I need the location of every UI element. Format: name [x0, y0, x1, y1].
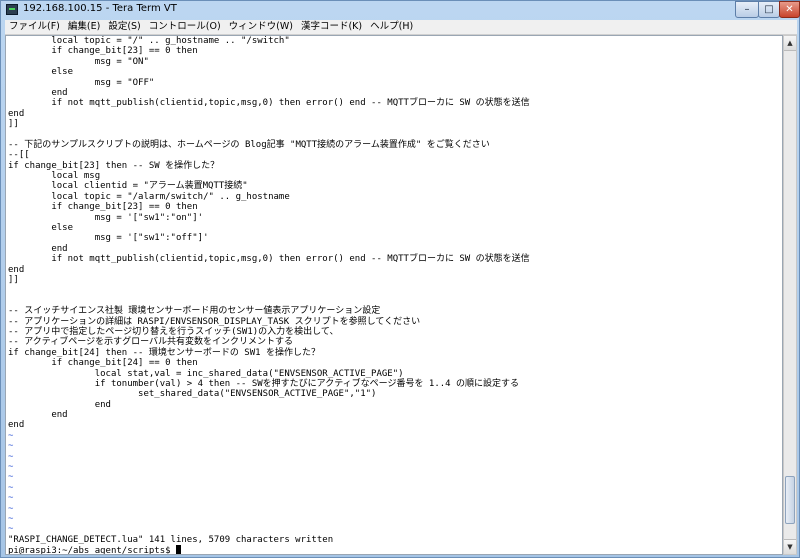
terminal-line: -- アクティブページを示すグローバル共有変数をインクリメントする	[8, 337, 293, 348]
terminal-line: -- 下記のサンプルスクリプトの説明は、ホームページの Blog記事 "MQTT…	[8, 139, 490, 150]
terminal-line: end	[8, 420, 25, 431]
terminal-line: msg = '["sw1":"off"]'	[8, 233, 209, 244]
terminal-app-icon	[6, 4, 18, 15]
terminal-line: if change_bit[23] == 0 then	[8, 202, 198, 213]
terminal-line: msg = "OFF"	[8, 77, 155, 88]
terminal-line: end	[8, 243, 68, 254]
empty-line-marker: ~	[8, 451, 14, 462]
menu-setup[interactable]: 設定(S)	[104, 20, 144, 34]
close-button[interactable]: ✕	[779, 1, 800, 18]
terminal-line: end	[8, 399, 111, 410]
terminal-line: end	[8, 410, 68, 421]
window-title: 192.168.100.15 - Tera Term VT	[23, 3, 177, 14]
text-cursor	[175, 545, 181, 554]
vertical-scrollbar[interactable]: ▲ ▼	[783, 35, 797, 555]
empty-line-marker: ~	[8, 524, 14, 535]
terminal-line: else	[8, 223, 74, 234]
scroll-thumb[interactable]	[785, 476, 795, 524]
terminal-line: -- アプリケーションの詳細は RASPI/ENVSENSOR_DISPLAY_…	[8, 316, 421, 327]
terminal-text: local topic = "/" .. g_hostname .. "/swi…	[8, 36, 530, 554]
terminal-line: local topic = "/" .. g_hostname .. "/swi…	[8, 36, 290, 46]
empty-line-marker: ~	[8, 482, 14, 493]
terminal-line: ]]	[8, 119, 19, 130]
terminal-line: "RASPI_CHANGE_DETECT.lua" 141 lines, 570…	[8, 534, 334, 545]
terminal-line: local stat,val = inc_shared_data("ENVSEN…	[8, 368, 404, 379]
terminal-line: if change_bit[24] then -- 環境センサーボードの SW1…	[8, 347, 320, 358]
menu-control[interactable]: コントロール(O)	[145, 20, 225, 34]
menu-bar: ファイル(F) 編集(E) 設定(S) コントロール(O) ウィンドウ(W) 漢…	[5, 20, 797, 35]
terminal-line: if not mqtt_publish(clientid,topic,msg,0…	[8, 98, 530, 109]
empty-line-marker: ~	[8, 462, 14, 473]
terminal-line: if tonumber(val) > 4 then -- SWを押すたびにアクテ…	[8, 378, 520, 389]
terminal-line: msg = "ON"	[8, 56, 149, 67]
empty-line-marker: ~	[8, 503, 14, 514]
terminal-line: if change_bit[24] == 0 then	[8, 358, 198, 369]
terminal-window: 192.168.100.15 - Tera Term VT – □ ✕ ファイル…	[0, 0, 800, 558]
terminal-line: end	[8, 108, 25, 119]
terminal-screen[interactable]: local topic = "/" .. g_hostname .. "/swi…	[5, 35, 783, 555]
terminal-line: if not mqtt_publish(clientid,topic,msg,0…	[8, 254, 530, 265]
empty-line-marker: ~	[8, 493, 14, 504]
maximize-button[interactable]: □	[758, 1, 780, 18]
terminal-line: -- アプリ中で指定したページ切り替えを行うスイッチ(SW1)の入力を検出して、	[8, 326, 339, 337]
terminal-line: if change_bit[23] then -- SW を操作した？	[8, 160, 220, 171]
title-bar[interactable]: 192.168.100.15 - Tera Term VT – □ ✕	[1, 1, 800, 19]
terminal-line: end	[8, 264, 25, 275]
terminal-line: --[[	[8, 150, 30, 161]
menu-window[interactable]: ウィンドウ(W)	[225, 20, 297, 34]
terminal-line: -- スイッチサイエンス社製 環境センサーボード用のセンサー値表示アプリケーショ…	[8, 306, 381, 317]
terminal-line: pi@raspi3:~/abs_agent/scripts$	[8, 545, 530, 554]
terminal-line: end	[8, 87, 68, 98]
terminal-line: ]]	[8, 274, 19, 285]
menu-file[interactable]: ファイル(F)	[5, 20, 64, 34]
empty-line-marker: ~	[8, 472, 14, 483]
empty-line-marker: ~	[8, 430, 14, 441]
scroll-up-arrow-icon[interactable]: ▲	[784, 36, 796, 51]
scroll-down-arrow-icon[interactable]: ▼	[784, 539, 796, 554]
terminal-line: set_shared_data("ENVSENSOR_ACTIVE_PAGE",…	[8, 389, 377, 400]
terminal-line: local topic = "/alarm/switch/" .. g_host…	[8, 191, 290, 202]
terminal-line: else	[8, 67, 74, 78]
empty-line-marker: ~	[8, 441, 14, 452]
terminal-line: if change_bit[23] == 0 then	[8, 46, 198, 57]
menu-edit[interactable]: 編集(E)	[64, 20, 104, 34]
minimize-button[interactable]: –	[735, 1, 759, 18]
terminal-line: msg = '["sw1":"on"]'	[8, 212, 204, 223]
empty-line-marker: ~	[8, 513, 14, 524]
menu-help[interactable]: ヘルプ(H)	[366, 20, 417, 34]
terminal-line: local msg	[8, 171, 101, 182]
menu-kanji-code[interactable]: 漢字コード(K)	[297, 20, 366, 34]
terminal-line: local clientid = "アラーム装置MQTT接続"	[8, 181, 248, 192]
